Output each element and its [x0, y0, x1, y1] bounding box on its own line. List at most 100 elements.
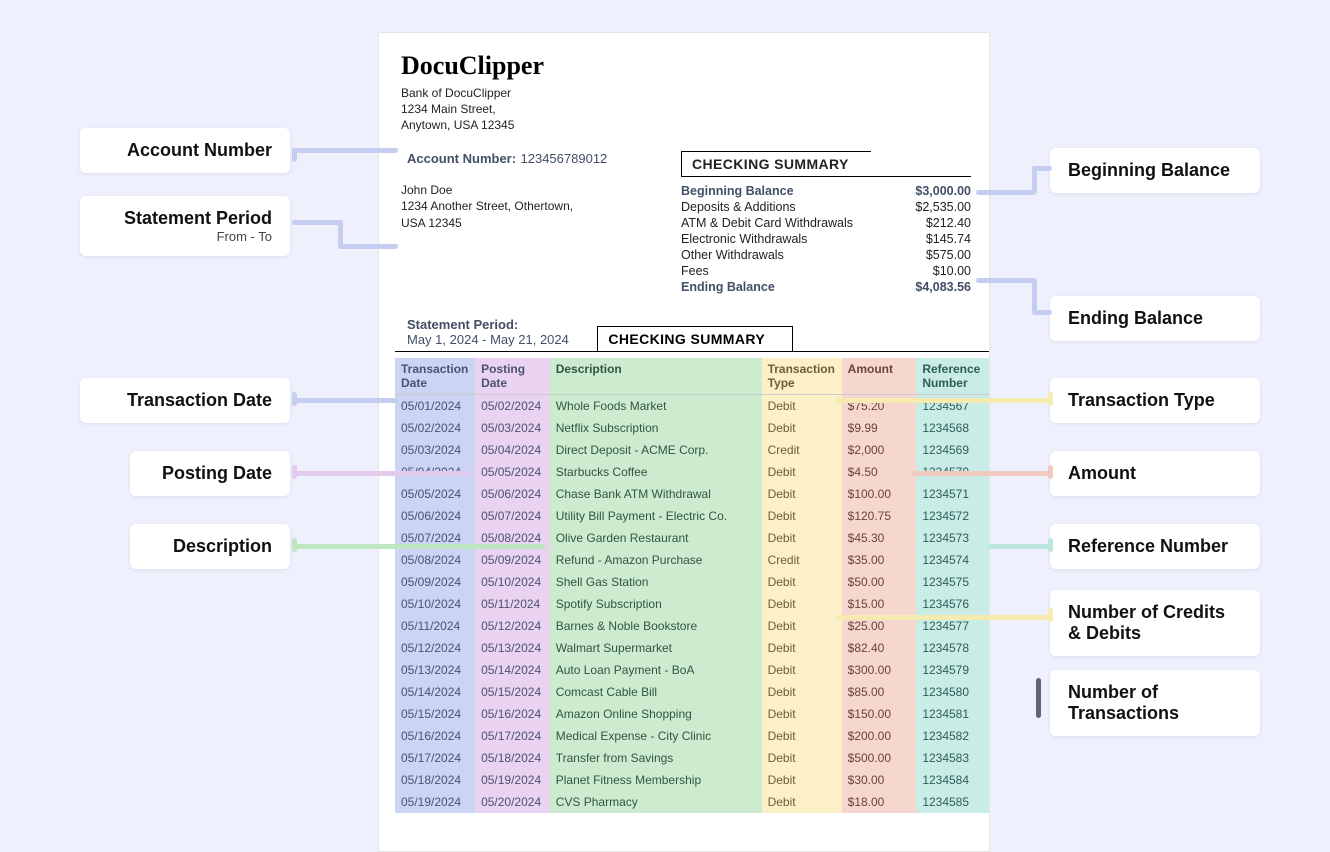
- cell: Utility Bill Payment - Electric Co.: [550, 505, 762, 527]
- brand-logo: DocuClipper: [379, 33, 989, 81]
- summary-label: Ending Balance: [681, 280, 775, 294]
- connector: [1032, 278, 1037, 314]
- connector: [1032, 310, 1052, 315]
- cell: Debit: [762, 417, 842, 439]
- cell: Debit: [762, 681, 842, 703]
- cell: $15.00: [842, 593, 917, 615]
- callout-account-number: Account Number: [80, 128, 290, 173]
- cell: Spotify Subscription: [550, 593, 762, 615]
- connector: [976, 190, 1036, 195]
- cell: 05/14/2024: [475, 659, 550, 681]
- connector: [292, 544, 546, 549]
- cell: Debit: [762, 593, 842, 615]
- cell: Shell Gas Station: [550, 571, 762, 593]
- cell: $120.75: [842, 505, 917, 527]
- summary-value: $145.74: [891, 232, 971, 246]
- cell: 05/14/2024: [395, 681, 475, 703]
- cell: 05/05/2024: [395, 483, 475, 505]
- connector: [292, 148, 297, 162]
- cell: Auto Loan Payment - BoA: [550, 659, 762, 681]
- cell: 05/13/2024: [475, 637, 550, 659]
- cell: 1234578: [916, 637, 990, 659]
- col-amount: Amount: [842, 358, 917, 395]
- table-row: 05/09/202405/10/2024Shell Gas StationDeb…: [395, 571, 990, 593]
- summary-label: Deposits & Additions: [681, 200, 796, 214]
- cell: $500.00: [842, 747, 917, 769]
- callout-description: Description: [130, 524, 290, 569]
- bank-addr1: 1234 Main Street,: [401, 101, 989, 117]
- callout-amount: Amount: [1050, 451, 1260, 496]
- cell: 05/04/2024: [475, 439, 550, 461]
- cell: Debit: [762, 527, 842, 549]
- summary-row: Fees$10.00: [681, 263, 971, 279]
- callout-posting-date: Posting Date: [130, 451, 290, 496]
- cell: 05/05/2024: [475, 461, 550, 483]
- transaction-table: Transaction Date Posting Date Descriptio…: [395, 358, 990, 813]
- cell: 1234585: [916, 791, 990, 813]
- cell: 05/19/2024: [395, 791, 475, 813]
- cell: 05/18/2024: [475, 747, 550, 769]
- cell: 05/08/2024: [395, 549, 475, 571]
- cell: 1234575: [916, 571, 990, 593]
- summary-label: ATM & Debit Card Withdrawals: [681, 216, 853, 230]
- cell: 05/11/2024: [475, 593, 550, 615]
- cell: $4.50: [842, 461, 917, 483]
- connector: [1032, 166, 1052, 171]
- connector: [1048, 538, 1053, 552]
- table-row: 05/10/202405/11/2024Spotify Subscription…: [395, 593, 990, 615]
- callout-num-credits-debits: Number of Credits & Debits: [1050, 590, 1260, 656]
- cell: 1234572: [916, 505, 990, 527]
- callout-reference-number: Reference Number: [1050, 524, 1260, 569]
- summary-label: Fees: [681, 264, 709, 278]
- table-row: 05/04/202405/05/2024Starbucks CoffeeDebi…: [395, 461, 990, 483]
- cell: 05/07/2024: [475, 505, 550, 527]
- cell: 1234569: [916, 439, 990, 461]
- cell: 1234579: [916, 659, 990, 681]
- callout-ending-balance: Ending Balance: [1050, 296, 1260, 341]
- cell: 05/20/2024: [475, 791, 550, 813]
- cell: Direct Deposit - ACME Corp.: [550, 439, 762, 461]
- table-row: 05/02/202405/03/2024Netflix Subscription…: [395, 417, 990, 439]
- callout-beginning-balance: Beginning Balance: [1050, 148, 1260, 193]
- table-row: 05/05/202405/06/2024Chase Bank ATM Withd…: [395, 483, 990, 505]
- bank-addr2: Anytown, USA 12345: [401, 117, 989, 133]
- cell: 05/03/2024: [475, 417, 550, 439]
- cell: Debit: [762, 461, 842, 483]
- cell: 1234582: [916, 725, 990, 747]
- statement-period-label: Statement Period:: [407, 317, 569, 332]
- cell: Credit: [762, 549, 842, 571]
- cell: Starbucks Coffee: [550, 461, 762, 483]
- cell: 1234571: [916, 483, 990, 505]
- cell: CVS Pharmacy: [550, 791, 762, 813]
- cell: 05/10/2024: [395, 593, 475, 615]
- cell: 05/01/2024: [395, 394, 475, 417]
- cell: Debit: [762, 791, 842, 813]
- cell: $82.40: [842, 637, 917, 659]
- cell: Walmart Supermarket: [550, 637, 762, 659]
- cell: 05/09/2024: [475, 549, 550, 571]
- connector: [292, 220, 342, 225]
- cell: Debit: [762, 769, 842, 791]
- connector: [976, 278, 1036, 283]
- bank-name: Bank of DocuClipper: [401, 85, 989, 101]
- callout-num-transactions: Number of Transactions: [1050, 670, 1260, 736]
- col-transaction-date: Transaction Date: [395, 358, 475, 395]
- cell: Debit: [762, 615, 842, 637]
- callout-transaction-date: Transaction Date: [80, 378, 290, 423]
- cell: 05/16/2024: [395, 725, 475, 747]
- connector: [292, 392, 297, 406]
- cell: $150.00: [842, 703, 917, 725]
- summary-value: $2,535.00: [891, 200, 971, 214]
- cell: 05/17/2024: [475, 725, 550, 747]
- cell: 05/02/2024: [475, 394, 550, 417]
- connector: [292, 398, 398, 403]
- table-row: 05/06/202405/07/2024Utility Bill Payment…: [395, 505, 990, 527]
- summary-label: Beginning Balance: [681, 184, 794, 198]
- cell: Credit: [762, 439, 842, 461]
- summary-value: $4,083.56: [891, 280, 971, 294]
- cell: 05/19/2024: [475, 769, 550, 791]
- connector: [292, 148, 398, 153]
- connector: [836, 615, 1052, 620]
- summary-value: $3,000.00: [891, 184, 971, 198]
- cell: Debit: [762, 703, 842, 725]
